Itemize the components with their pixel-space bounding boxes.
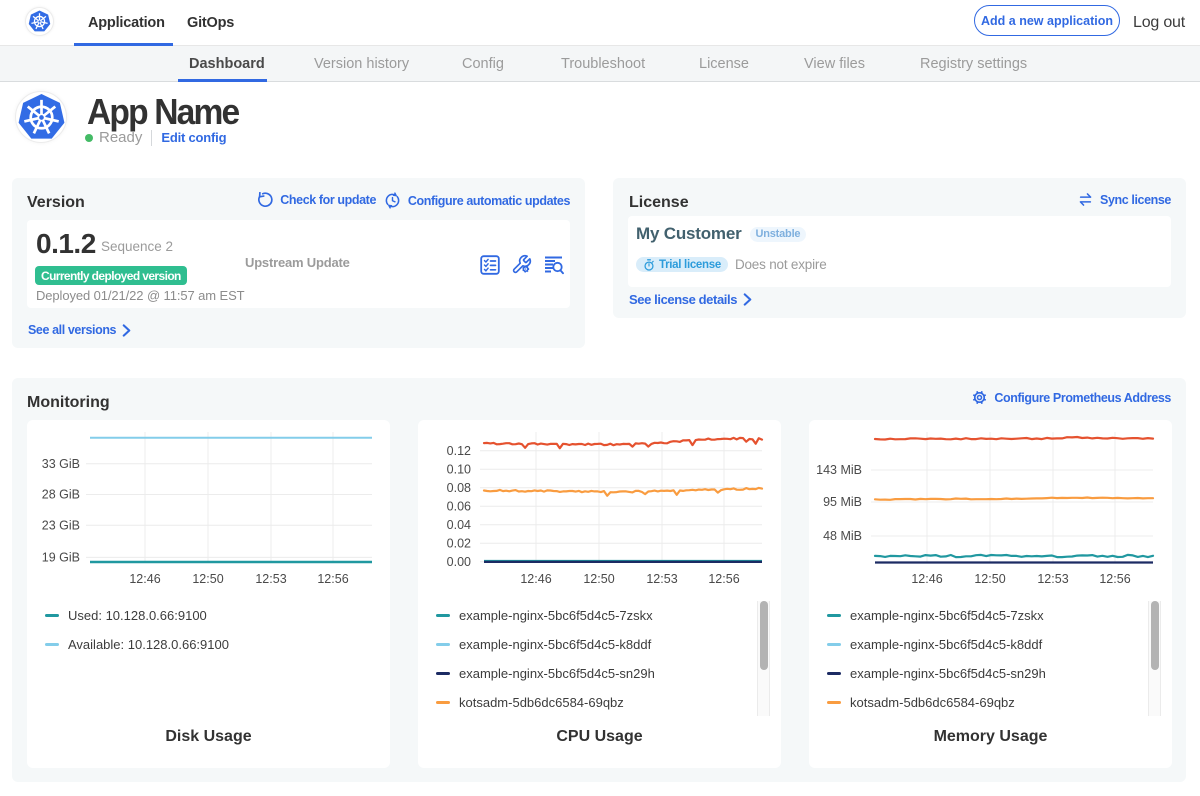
svg-text:12:46: 12:46 — [129, 572, 160, 586]
svg-text:12:46: 12:46 — [520, 572, 551, 586]
svg-text:0.10: 0.10 — [447, 462, 471, 476]
svg-text:12:53: 12:53 — [1037, 572, 1068, 586]
svg-text:12:46: 12:46 — [911, 572, 942, 586]
svg-text:19 GiB: 19 GiB — [42, 551, 80, 565]
svg-text:12:56: 12:56 — [317, 572, 348, 586]
svg-text:12:56: 12:56 — [708, 572, 739, 586]
svg-text:12:50: 12:50 — [192, 572, 223, 586]
svg-text:0.06: 0.06 — [447, 499, 471, 513]
svg-text:12:53: 12:53 — [646, 572, 677, 586]
svg-text:0.02: 0.02 — [447, 536, 471, 550]
svg-text:95 MiB: 95 MiB — [823, 495, 862, 509]
svg-text:33 GiB: 33 GiB — [42, 457, 80, 471]
svg-text:0.04: 0.04 — [447, 518, 471, 532]
svg-text:0.00: 0.00 — [447, 555, 471, 569]
svg-text:12:53: 12:53 — [255, 572, 286, 586]
svg-text:12:50: 12:50 — [974, 572, 1005, 586]
svg-text:28 GiB: 28 GiB — [42, 488, 80, 502]
svg-text:0.08: 0.08 — [447, 481, 471, 495]
svg-text:23 GiB: 23 GiB — [42, 518, 80, 532]
svg-text:12:56: 12:56 — [1099, 572, 1130, 586]
svg-text:143 MiB: 143 MiB — [816, 463, 862, 477]
svg-text:0.12: 0.12 — [447, 444, 471, 458]
svg-text:12:50: 12:50 — [583, 572, 614, 586]
svg-text:48 MiB: 48 MiB — [823, 529, 862, 543]
